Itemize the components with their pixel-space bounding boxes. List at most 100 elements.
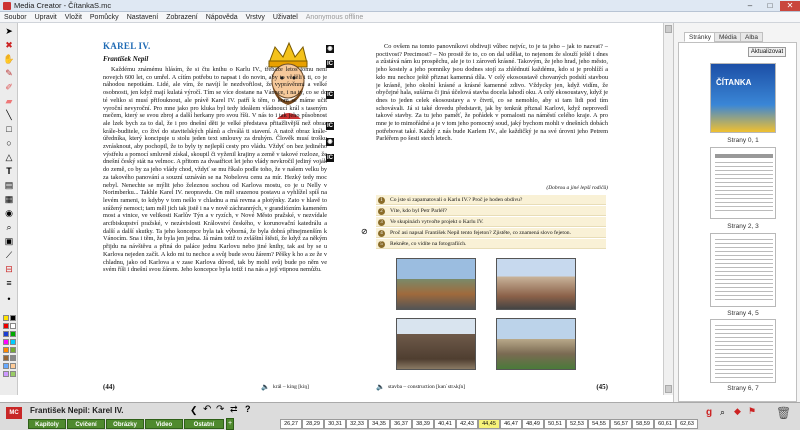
line-width-icon[interactable]: ≡ [3, 277, 15, 289]
menu-napoveda[interactable]: Nápověda [202, 12, 242, 23]
scroll-down-button[interactable] [665, 385, 672, 393]
photo-town-square[interactable] [496, 258, 576, 310]
ic-icon[interactable]: IC [326, 60, 334, 68]
scroll-up-button[interactable] [665, 25, 672, 33]
page-thumbnail[interactable] [710, 233, 776, 307]
page-thumbnail[interactable] [710, 319, 776, 383]
nav-obrazky[interactable]: Obrázky [106, 419, 144, 429]
page-button[interactable]: 56,57 [610, 419, 632, 429]
nav-video[interactable]: Video [145, 419, 183, 429]
undo-icon[interactable]: ↶ [203, 404, 211, 415]
nav-kapitoly[interactable]: Kapitoly [28, 419, 66, 429]
add-icon[interactable]: + [226, 418, 234, 430]
curtain-icon[interactable]: ▦ [3, 193, 15, 205]
photo-karlstejn-castle[interactable] [496, 318, 576, 370]
color-magenta[interactable] [3, 339, 9, 345]
spotlight-icon[interactable]: ◉ [3, 207, 15, 219]
link-icon[interactable]: ⊘ [361, 227, 368, 236]
minimize-button[interactable]: – [740, 1, 760, 11]
bookmark-icon[interactable]: ◆ [734, 406, 741, 417]
ic-icon[interactable]: IC [326, 91, 334, 99]
page-button[interactable]: 36,37 [390, 419, 412, 429]
text-icon[interactable]: T [3, 165, 15, 177]
color-cyan[interactable] [10, 339, 16, 345]
page-button[interactable]: 52,53 [566, 419, 588, 429]
menu-pomucky[interactable]: Pomůcky [86, 12, 123, 23]
page-button[interactable]: 54,55 [588, 419, 610, 429]
menu-zobrazeni[interactable]: Zobrazení [162, 12, 202, 23]
hand-icon[interactable]: ✋ [3, 53, 15, 65]
photo-prague-bridge[interactable] [396, 258, 476, 310]
page-button[interactable]: 58,59 [632, 419, 654, 429]
page-thumbnail[interactable]: ČÍTANKA [710, 63, 776, 133]
color-peach[interactable] [10, 363, 16, 369]
page-button[interactable]: 34,35 [368, 419, 390, 429]
close-button[interactable]: ✕ [780, 1, 800, 11]
redo-icon[interactable]: ↷ [216, 404, 224, 415]
magnifier-icon[interactable]: ⌕ [3, 221, 15, 233]
pipette-icon[interactable]: ⟋ [3, 249, 15, 261]
trash-icon[interactable]: 🗑 [776, 406, 791, 420]
dot-size-icon[interactable]: • [3, 293, 15, 305]
eraser-all-icon[interactable]: ✖ [3, 39, 15, 51]
menu-vlozit[interactable]: Vložit [61, 12, 86, 23]
color-orange[interactable] [3, 347, 9, 353]
help-icon[interactable]: ? [245, 404, 251, 414]
menu-vrstvy[interactable]: Vrstvy [242, 12, 269, 23]
color-olive[interactable] [10, 347, 16, 353]
swap-icon[interactable]: ⇄ [230, 404, 238, 415]
tab-alba[interactable]: Alba [740, 32, 764, 42]
tab-stranky[interactable]: Stránky [684, 32, 717, 42]
menu-uzivatel[interactable]: Uživatel [269, 12, 302, 23]
page-thumbnail[interactable] [710, 147, 776, 219]
menu-soubor[interactable]: Soubor [0, 12, 31, 23]
triangle-icon[interactable]: △ [3, 151, 15, 163]
ruler-icon[interactable]: ⊟ [3, 263, 15, 275]
page-button[interactable]: 30,31 [324, 419, 346, 429]
page-button[interactable]: 40,41 [434, 419, 456, 429]
ellipse-icon[interactable]: ○ [3, 137, 15, 149]
vertical-scrollbar[interactable] [663, 23, 673, 395]
page-button[interactable]: 38,39 [412, 419, 434, 429]
pen-icon[interactable]: ✎ [3, 67, 15, 79]
note-icon[interactable]: ▤ [3, 179, 15, 191]
tab-media[interactable]: Média [714, 32, 742, 42]
line-icon[interactable]: ╲ [3, 109, 15, 121]
highlighter-icon[interactable]: ✐ [3, 81, 15, 93]
color-white[interactable] [10, 323, 16, 329]
color-lavender[interactable] [3, 371, 9, 377]
search-icon[interactable]: ⌕ [720, 407, 725, 418]
nav-cviceni[interactable]: Cvičení [67, 419, 105, 429]
menu-nastaveni[interactable]: Nastavení [123, 12, 163, 23]
color-green[interactable] [10, 331, 16, 337]
color-blue[interactable] [3, 331, 9, 337]
page-button[interactable]: 48,49 [522, 419, 544, 429]
color-lightblue[interactable] [3, 363, 9, 369]
page-button[interactable]: 46,47 [500, 419, 522, 429]
audio-icon[interactable]: ◉ [326, 45, 334, 53]
page-button-active[interactable]: 44,45 [478, 419, 500, 429]
page-button[interactable]: 32,33 [346, 419, 368, 429]
maximize-button[interactable]: □ [760, 1, 780, 11]
google-icon[interactable]: g [706, 407, 712, 418]
eraser-icon[interactable]: ▰ [3, 95, 15, 107]
color-red[interactable] [3, 323, 9, 329]
flag-icon[interactable]: ⚑ [748, 406, 756, 417]
color-grey[interactable] [10, 355, 16, 361]
page-button[interactable]: 28,29 [302, 419, 324, 429]
menu-upravit[interactable]: Upravit [31, 12, 61, 23]
page-button[interactable]: 60,61 [654, 419, 676, 429]
page-button[interactable]: 50,51 [544, 419, 566, 429]
page-button[interactable]: 26,27 [280, 419, 302, 429]
speaker-icon[interactable]: 🔈 [376, 383, 385, 391]
color-brown[interactable] [3, 355, 9, 361]
color-yellow[interactable] [3, 315, 9, 321]
ic-icon[interactable]: IC [326, 122, 334, 130]
audio-icon[interactable]: ◉ [326, 138, 334, 146]
prev-icon[interactable]: ❮ [190, 405, 198, 416]
speaker-icon[interactable]: 🔈 [261, 383, 270, 391]
pointer-icon[interactable]: ➤ [3, 25, 15, 37]
page-button[interactable]: 62,63 [676, 419, 698, 429]
page-button[interactable]: 42,43 [456, 419, 478, 429]
color-black[interactable] [10, 315, 16, 321]
